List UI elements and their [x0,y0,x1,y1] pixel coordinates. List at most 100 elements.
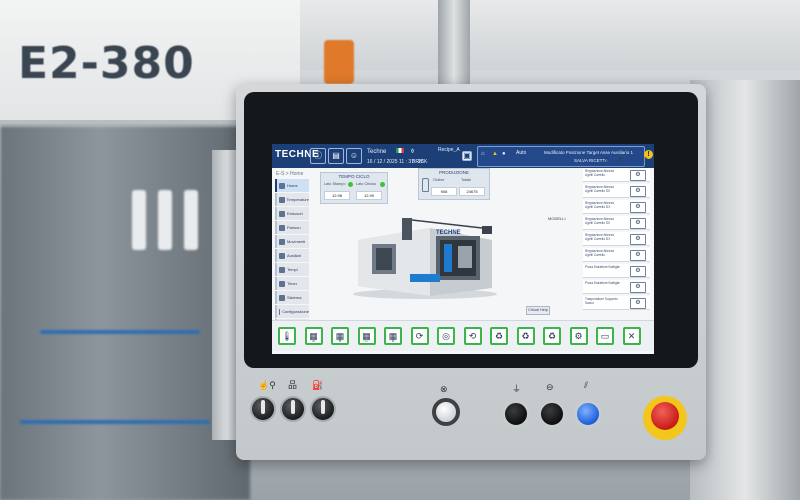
function-button-10[interactable]: ♻ [543,327,561,345]
help-row[interactable]: Regolazione Altezza Ugelli Carrello DX ⚙ [583,200,650,214]
sidebar-item-icon [279,280,285,287]
sidebar-item-4[interactable]: Movimenti [275,235,309,248]
function-button-icon: ⟲ [468,331,477,341]
function-button-icon: ⟳ [415,331,424,341]
function-button-12[interactable]: ▭ [596,327,614,345]
function-button-sub: A [312,339,315,343]
robot-icon[interactable]: ⚙ [616,156,626,165]
function-button-11[interactable]: ⚙ [569,327,588,345]
function-button-8[interactable]: ♻ [490,327,508,345]
sidebar-item-1[interactable]: Temperature [275,193,309,206]
sidebar-item-8[interactable]: Sistema [275,291,309,304]
stop-button[interactable] [538,400,566,428]
production-right-value: 24675 [459,187,485,196]
help-row-icon: ⚙ [630,170,646,181]
reset-icon: ⫽ [584,380,589,390]
bottle-mold-icon[interactable]: ⚱ [602,156,612,165]
breadcrumb: E-S > Home [276,171,304,177]
function-button-3[interactable]: ▦ C [357,327,376,345]
help-row-icon: ⚙ [630,202,646,213]
production-card: PRODUZIONE Ordine Totale 908 24675 [418,168,490,200]
help-row-label: Regolazione Altezza Ugelli Carrello [585,169,614,177]
cycle-time-title: TEMPO CICLO [338,174,370,179]
user-name: Techne [367,149,387,155]
group-icon[interactable]: ⚇ [640,156,650,165]
shift-label: BRICK [412,159,428,165]
mode-label: Auto [516,150,527,156]
hmi-screen[interactable]: TECHNE ⓘ ▤ ☺ Techne 16 / 12 / 2025 11 : … [272,144,654,354]
document-icon[interactable]: ▤ [328,148,344,164]
italian-flag-icon[interactable] [396,148,404,153]
help-row[interactable]: Regolazione Altezza Ugelli Carrello ⚙ [583,168,650,182]
function-button-5[interactable]: ⟳ [410,327,429,345]
function-button-0[interactable]: 🌡 [278,327,296,345]
cable [40,330,200,334]
help-row[interactable]: Trasportatore Supporto Sacco ⚙ [583,296,650,310]
info-icon[interactable]: ⓘ [310,148,326,164]
machine-component [184,190,198,250]
function-button-icon: ◎ [442,331,450,341]
selector-knob-lube[interactable] [310,396,336,422]
emergency-stop-button[interactable] [651,402,679,430]
sidebar-item-7[interactable]: Timer [275,277,309,290]
sidebar-item-6[interactable]: Tempi [275,263,309,276]
help-row-icon: ⚙ [630,218,646,229]
help-row-label: Pinza Estrattore Bottiglie [585,281,620,285]
status-green-dot [380,182,385,187]
cycle-icon: ⊗ [440,384,448,394]
stop-icon: ⊖ [546,382,554,392]
operator-icon[interactable]: ☺ [628,156,638,165]
close-help-button[interactable]: Chiudi Help [526,306,550,315]
user-icon[interactable]: ☺ [346,148,362,164]
function-button-9[interactable]: ♻ [516,327,535,345]
message-title: Modificato Posizione Target Asse Ausilia… [544,150,633,155]
pump-button[interactable] [502,400,530,428]
modelli-label: MODELLI [548,216,566,221]
help-row[interactable]: Regolazione Altezza Ugelli Carrello SX ⚙ [583,216,650,230]
function-button-1[interactable]: ▦ A [304,327,323,345]
help-row-label: Regolazione Altezza Ugelli Carrello SX [585,185,614,193]
start-cycle-button[interactable] [432,398,460,426]
help-row[interactable]: Regolazione Altezza Ugelli Carrello ⚙ [583,248,650,262]
status-icon: ● [502,151,506,157]
function-button-icon: ▭ [600,331,610,341]
function-button-13[interactable]: ✕ [622,327,641,345]
sidebar-item-3[interactable]: Parison [275,221,309,234]
sidebar-item-9[interactable]: Configurazione [275,305,309,318]
function-button-7[interactable]: ⟲ [463,327,482,345]
help-row-label: Regolazione Altezza Ugelli Carrello [585,249,614,257]
machine-3d-render[interactable]: TECHNE [350,200,500,300]
sidebar-item-label: Timer [287,281,298,286]
help-row[interactable]: Regolazione Altezza Ugelli Carrello SX ⚙ [583,184,650,198]
mode-square-icon[interactable]: ▣ [462,151,472,161]
cycle-left-value: 12.98 [324,191,350,200]
sidebar-item-0[interactable]: Home [275,179,309,192]
ceiling-pipe [300,0,800,70]
selector-knob-network[interactable] [280,396,306,422]
production-left-value: 908 [431,187,457,196]
function-button-2[interactable]: ▦ B [331,327,349,345]
sidebar-item-icon [279,196,285,203]
status-green-dot [348,182,353,187]
machine-component [158,190,172,250]
function-button-4[interactable]: ▦ D [384,327,402,345]
sidebar-item-icon [279,210,285,217]
function-button-bar: 🌡 ▦ A ▦ B ▦ C ▦ D ⟳ ◎ ⟲ ♻ ♻ ♻ ⚙ ▭ ✕ [272,320,654,351]
help-row-icon: ⚙ [630,250,646,261]
selector-knob-manual[interactable] [250,396,276,422]
sidebar-item-icon [279,294,285,301]
alarm-icon: ▲ [492,151,498,157]
sidebar-item-5[interactable]: Ausiliari [275,249,309,262]
help-row-label: Pinza Estrattore Bottiglie [585,265,620,269]
sidebar-item-2[interactable]: Estrusori [275,207,309,220]
reset-button[interactable] [574,400,602,428]
help-row[interactable]: Pinza Estrattore Bottiglie ⚙ [583,264,650,278]
help-row[interactable]: Pinza Estrattore Bottiglie ⚙ [583,280,650,294]
sidebar-item-label: Movimenti [287,239,306,244]
help-row-label: Trasportatore Supporto Sacco [585,297,618,305]
sidebar-item-label: Ausiliari [287,253,302,258]
help-row[interactable]: Regolazione Altezza Ugelli Carrello DX ⚙ [583,232,650,246]
function-button-icon: ⚙ [574,331,583,341]
function-button-6[interactable]: ◎ [437,327,455,345]
sidebar-nav: Home Temperature Estrusori Parison Movimenti… [275,179,309,333]
